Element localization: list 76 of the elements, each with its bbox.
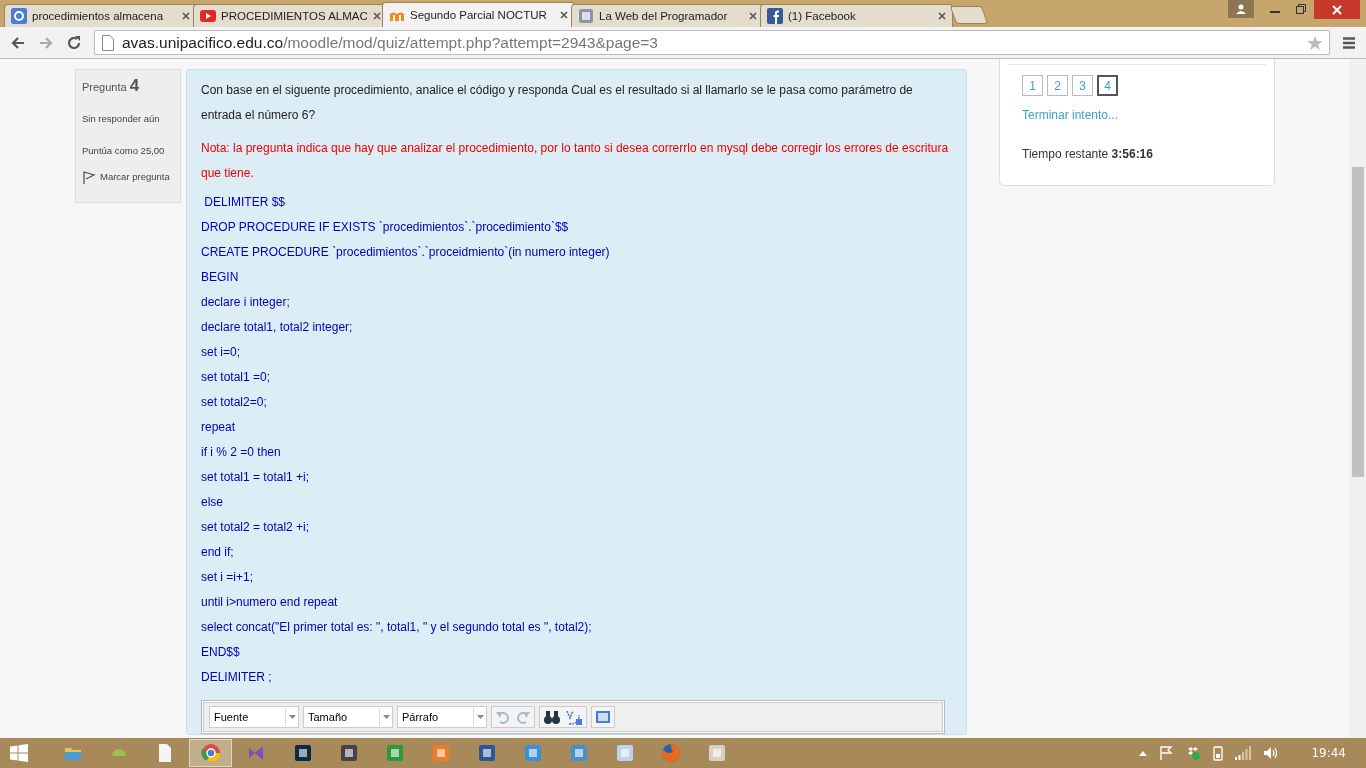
star-icon[interactable] [1307, 34, 1323, 51]
close-icon[interactable] [1314, 0, 1360, 19]
format-select[interactable]: Párrafo [397, 706, 487, 728]
code-line: declare i integer; [201, 294, 291, 311]
code-line: set i =i+1; [201, 569, 255, 586]
close-icon[interactable] [749, 12, 757, 20]
new-tab-button[interactable] [949, 6, 989, 24]
code-line: DELIMITER ; [201, 669, 273, 686]
battery-icon[interactable] [1213, 745, 1224, 761]
speaker-icon[interactable] [1263, 746, 1280, 760]
code-line: set total1 = total1 +i; [201, 469, 311, 486]
close-icon[interactable] [938, 12, 946, 20]
question-note: Nota: la pregunta indica que hay que analizar el procedimiento, por lo tanto si desea correrrlo en mysql debe corregir los errores de escritura que tiene. [201, 140, 950, 182]
code-line: set total1 =0; [201, 369, 272, 386]
time-label: Tiempo restante [1022, 147, 1109, 161]
dropdown-arrow-icon[interactable] [382, 715, 390, 719]
question-label: Pregunta [82, 81, 127, 93]
code-line: declare total1, total2 integer; [201, 319, 354, 336]
browser-tab[interactable]: (1) Facebook [760, 4, 953, 27]
windows-logo-icon[interactable] [10, 744, 28, 762]
question-text: Con base en el siguente procedimiento, analice el código y responda Cual es el resultado si al llamarlo se le pasa como parámetro de entrada el número 6? [201, 82, 914, 124]
code-line: set total2 = total2 +i; [201, 519, 311, 536]
tab-title: procedimientos almacena [32, 10, 165, 22]
code-line: else [201, 494, 224, 511]
address-bar[interactable]: avas.unipacifico.edu.co/moodle/mod/quiz/attempt.php?attempt=2943&page=3 [94, 30, 1330, 55]
tab-title: La Web del Programador [599, 10, 729, 22]
question-number: 4 [129, 76, 140, 95]
replace-icon[interactable] [565, 709, 583, 725]
binoculars-icon[interactable] [543, 709, 561, 725]
taskbar-button[interactable] [189, 739, 232, 767]
fullscreen-icon[interactable] [595, 709, 611, 725]
code-line: BEGIN [201, 269, 240, 286]
signal-bars-icon[interactable] [1235, 746, 1252, 760]
menu-icon[interactable] [1342, 35, 1356, 50]
code-line: set i=0; [201, 344, 242, 361]
close-icon[interactable] [372, 12, 381, 20]
code-line: set total2=0; [201, 394, 268, 411]
tab-title: Segundo Parcial NOCTUR [410, 9, 548, 21]
flag-icon[interactable] [82, 170, 96, 184]
time-value: 3:56:16 [1111, 147, 1153, 161]
tab-title: PROCEDIMIENTOS ALMAC [221, 10, 368, 22]
close-icon[interactable] [182, 12, 190, 20]
dropdown-arrow-icon[interactable] [288, 715, 296, 719]
code-line: DELIMITER $$ [203, 194, 287, 211]
code-line: end if; [201, 544, 235, 561]
youtube-favicon-icon [200, 8, 216, 24]
back-icon[interactable] [10, 34, 26, 51]
page-icon [101, 34, 115, 51]
code-line: CREATE PROCEDURE `procedimientos`.`proceidmiento`(in numero integer) [201, 244, 611, 261]
code-line: until i>numero end repeat [201, 594, 339, 611]
user-icon[interactable] [1228, 0, 1254, 18]
question-marks: Puntúa como 25,00 [82, 144, 166, 158]
redo-icon[interactable] [515, 709, 531, 725]
format-select[interactable]: Fuente [209, 706, 299, 728]
google-favicon-icon [11, 8, 27, 24]
url-text: avas.unipacifico.edu.co/moodle/mod/quiz/attempt.php?attempt=2943&page=3 [122, 33, 658, 52]
format-select[interactable]: Tamaño [303, 706, 393, 728]
code-line: if i % 2 =0 then [201, 444, 282, 461]
page-favicon-icon [578, 8, 594, 24]
close-icon[interactable] [560, 11, 568, 19]
facebook-favicon-icon [767, 8, 783, 24]
answer-editor[interactable]: Fuente Tamaño Párrafo [201, 700, 945, 734]
code-line: DROP PROCEDURE IF EXISTS `procedimientos`.`procedimiento`$$ [201, 219, 570, 236]
tab-title: (1) Facebook [788, 10, 857, 22]
dropdown-arrow-icon[interactable] [476, 715, 484, 719]
chrome-icon [200, 743, 221, 763]
browser-tab[interactable]: Segundo Parcial NOCTUR [382, 2, 575, 27]
code-line: END$$ [201, 644, 241, 661]
flag-question-link[interactable]: Marcar pregunta [100, 164, 170, 189]
undo-icon[interactable] [495, 709, 511, 725]
code-line: select concat("El primer total es: ", total1, " y el segundo total es ", total2); [201, 619, 593, 636]
forward-icon[interactable] [38, 34, 54, 51]
code-line: repeat [201, 419, 237, 436]
reload-icon[interactable] [66, 34, 82, 51]
question-state: Sin responder aún [82, 112, 161, 126]
show-hidden-icons-icon[interactable] [1139, 750, 1148, 756]
